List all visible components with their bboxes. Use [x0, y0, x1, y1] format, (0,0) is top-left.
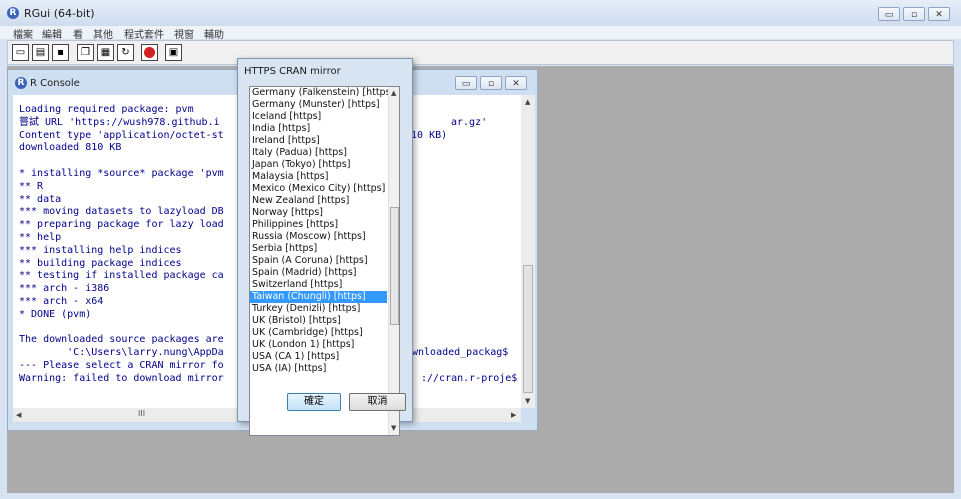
menu-windows[interactable]: 視窗: [174, 26, 194, 41]
menu-misc[interactable]: 其他: [93, 26, 113, 41]
mirror-option[interactable]: Switzerland [https]: [250, 279, 387, 291]
toolbar: ▭ ▤ ▪ ❐ ▦ ↻ ▣: [7, 40, 954, 65]
r-logo-icon: R: [15, 77, 27, 89]
scroll-down-icon[interactable]: ▼: [525, 397, 530, 405]
copy-paste-button[interactable]: ↻: [117, 44, 134, 61]
mirror-option[interactable]: Mexico (Mexico City) [https]: [250, 183, 387, 195]
mirror-option[interactable]: Japan (Tokyo) [https]: [250, 159, 387, 171]
copy-button[interactable]: ❐: [77, 44, 94, 61]
print-button[interactable]: ▣: [165, 44, 182, 61]
title-bar: R RGui (64-bit) ▭ ▫ ✕: [0, 0, 961, 26]
mirror-option[interactable]: UK (Bristol) [https]: [250, 315, 387, 327]
stop-icon: [144, 47, 155, 58]
mirror-option[interactable]: Norway [https]: [250, 207, 387, 219]
console-maximize-button[interactable]: ▫: [480, 76, 502, 90]
mirror-option[interactable]: Spain (A Coruna) [https]: [250, 255, 387, 267]
close-button[interactable]: ✕: [928, 7, 950, 21]
dialog-title: HTTPS CRAN mirror: [244, 66, 341, 77]
save-workspace-button[interactable]: ▪: [52, 44, 69, 61]
mirror-list: Germany (Falkenstein) [https] Germany (Mu…: [250, 87, 394, 375]
console-fragment: wnloaded_packag$: [412, 347, 509, 359]
mirror-option[interactable]: New Zealand [https]: [250, 195, 387, 207]
mirror-list-scroll-thumb[interactable]: [390, 207, 399, 325]
console-close-button[interactable]: ✕: [505, 76, 527, 90]
menu-edit[interactable]: 編輯: [42, 26, 62, 41]
window-title: RGui (64-bit): [24, 7, 95, 20]
mirror-option[interactable]: Germany (Munster) [https]: [250, 99, 387, 111]
mirror-option[interactable]: Ireland [https]: [250, 135, 387, 147]
menu-help[interactable]: 輔助: [204, 26, 224, 41]
mirror-option[interactable]: Russia (Moscow) [https]: [250, 231, 387, 243]
mirror-option[interactable]: Iceland [https]: [250, 111, 387, 123]
mirror-option[interactable]: Philippines [https]: [250, 219, 387, 231]
scroll-up-icon[interactable]: ▲: [525, 98, 530, 106]
list-scroll-down-icon[interactable]: ▼: [391, 424, 396, 432]
printer-icon: ▣: [168, 47, 179, 58]
mirror-option[interactable]: Turkey (Denizli) [https]: [250, 303, 387, 315]
mirror-option[interactable]: Taiwan (Chungli) [https]: [250, 291, 387, 303]
folder-icon: ▭: [15, 47, 26, 58]
mirror-option[interactable]: UK (Cambridge) [https]: [250, 327, 387, 339]
mirror-option[interactable]: Germany (Falkenstein) [https]: [250, 87, 394, 99]
mirror-option[interactable]: Malaysia [https]: [250, 171, 387, 183]
console-vertical-scrollbar[interactable]: ▲ ▼: [521, 95, 535, 408]
console-minimize-button[interactable]: ▭: [455, 76, 477, 90]
mirror-listbox[interactable]: Germany (Falkenstein) [https] Germany (Mu…: [249, 86, 400, 436]
paste-button[interactable]: ▦: [97, 44, 114, 61]
mirror-option[interactable]: Italy (Padua) [https]: [250, 147, 387, 159]
minimize-button[interactable]: ▭: [878, 7, 900, 21]
console-fragment: ar.gz': [451, 116, 488, 128]
console-text: Loading required package: pvm 嘗試 URL 'ht…: [19, 104, 224, 384]
scroll-right-icon[interactable]: ▶: [511, 411, 516, 419]
mirror-option[interactable]: UK (London 1) [https]: [250, 339, 387, 351]
list-scroll-up-icon[interactable]: ▲: [391, 89, 396, 97]
cancel-button[interactable]: 取消: [349, 393, 406, 411]
mirror-option[interactable]: India [https]: [250, 123, 387, 135]
console-title: R Console: [30, 78, 80, 89]
menu-packages[interactable]: 程式套件: [124, 26, 164, 41]
floppy-disk-icon: ▪: [57, 47, 64, 58]
mirror-option[interactable]: Spain (Madrid) [https]: [250, 267, 387, 279]
mirror-option[interactable]: Serbia [https]: [250, 243, 387, 255]
r-logo-icon: R: [7, 7, 19, 19]
mirror-list-scrollbar[interactable]: ▲ ▼: [388, 87, 399, 435]
menu-file[interactable]: 檔案: [13, 26, 33, 41]
copy-icon: ❐: [81, 47, 90, 58]
cran-mirror-dialog: HTTPS CRAN mirror Germany (Falkenstein) …: [237, 58, 413, 436]
hscroll-grip: III: [138, 409, 146, 418]
ok-button[interactable]: 確定: [287, 393, 341, 411]
console-scroll-thumb[interactable]: [523, 265, 533, 393]
folder-load-icon: ▤: [35, 47, 46, 58]
menu-bar: 檔案 編輯 看 其他 程式套件 視窗 輔助: [0, 26, 961, 41]
refresh-icon: ↻: [121, 47, 130, 58]
maximize-button[interactable]: ▫: [903, 7, 925, 21]
stop-button[interactable]: [141, 44, 158, 61]
mirror-option[interactable]: USA (IA) [https]: [250, 363, 387, 375]
clipboard-icon: ▦: [100, 47, 111, 58]
load-workspace-button[interactable]: ▤: [32, 44, 49, 61]
scroll-left-icon[interactable]: ◀: [16, 411, 21, 419]
menu-view[interactable]: 看: [73, 26, 83, 41]
console-fragment: ://cran.r-proje$: [421, 372, 518, 384]
open-script-button[interactable]: ▭: [12, 44, 29, 61]
mirror-option[interactable]: USA (CA 1) [https]: [250, 351, 387, 363]
